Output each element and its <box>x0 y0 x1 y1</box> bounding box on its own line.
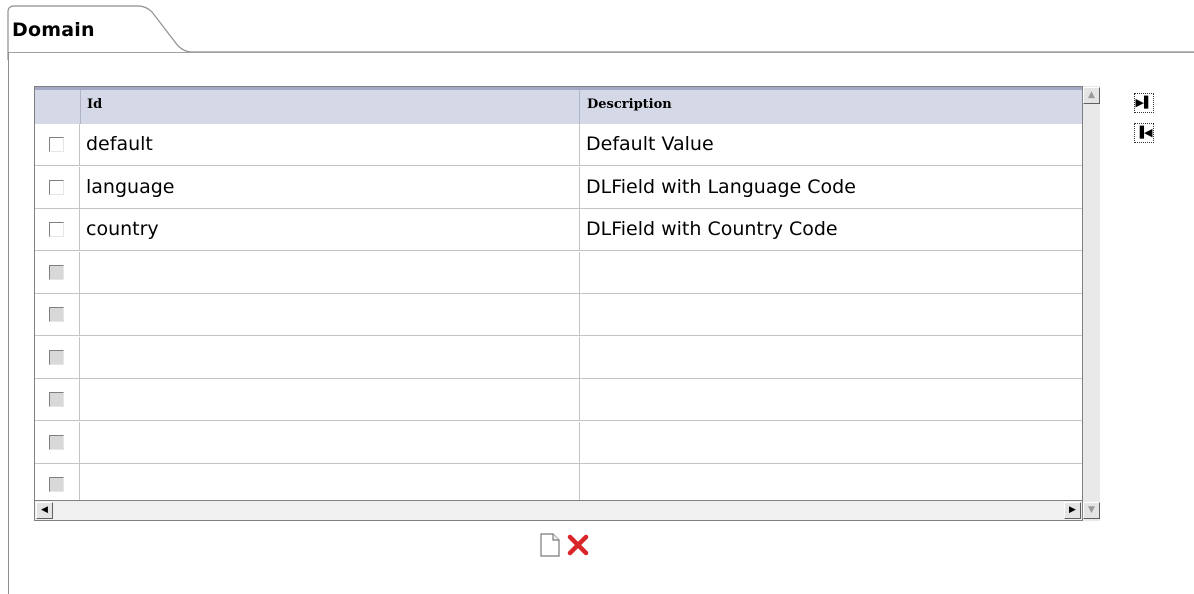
row-checkbox <box>49 434 64 450</box>
cell-id[interactable] <box>81 336 580 378</box>
cell-id[interactable]: default <box>81 124 580 165</box>
row-checkbox <box>49 477 64 492</box>
cell-description[interactable] <box>581 379 1082 420</box>
table-row[interactable]: default Default Value <box>35 124 1082 166</box>
row-select-cell <box>35 421 80 463</box>
last-page-icon: ▶▌ <box>1135 96 1153 109</box>
cell-id[interactable] <box>81 421 580 463</box>
table-row[interactable] <box>35 294 1082 336</box>
row-select-cell <box>35 209 80 250</box>
first-page-icon: ▐◀ <box>1135 126 1153 139</box>
row-select-cell <box>35 336 80 378</box>
tab-domain[interactable]: Domain <box>12 19 95 41</box>
table-row[interactable] <box>35 421 1082 464</box>
row-checkbox <box>49 392 64 407</box>
cell-description[interactable] <box>581 422 1082 463</box>
last-page-button[interactable]: ▶▌ <box>1134 93 1154 113</box>
table-row[interactable] <box>35 336 1082 379</box>
table-row[interactable]: language DLField with Language Code <box>35 166 1082 209</box>
row-select-cell <box>35 166 80 208</box>
vertical-scrollbar[interactable]: ▲ ▼ <box>1083 86 1100 521</box>
cell-description[interactable]: Default Value <box>581 124 1082 165</box>
cell-description[interactable] <box>581 294 1082 335</box>
row-select-cell <box>35 464 80 500</box>
row-select-cell <box>35 251 80 293</box>
row-select-cell <box>35 379 80 420</box>
domain-table: Id Description default Default Value langu… <box>34 86 1100 521</box>
header-select-column <box>35 90 81 124</box>
cell-id[interactable] <box>81 294 580 335</box>
new-document-icon[interactable] <box>538 532 562 558</box>
column-header-description[interactable]: Description <box>581 90 1082 124</box>
row-checkbox <box>49 307 64 322</box>
row-select-cell <box>35 124 80 165</box>
cell-description[interactable] <box>581 252 1082 293</box>
cell-id[interactable]: language <box>81 166 580 208</box>
row-checkbox <box>49 349 64 365</box>
cell-description[interactable] <box>581 464 1082 500</box>
row-checkbox[interactable] <box>49 179 64 195</box>
scroll-up-button[interactable]: ▲ <box>1083 87 1100 104</box>
column-header-id[interactable]: Id <box>81 90 580 124</box>
cell-id[interactable]: country <box>81 209 580 250</box>
scroll-left-button[interactable]: ◀ <box>36 502 53 519</box>
delete-x-icon[interactable] <box>566 533 590 557</box>
table-row[interactable]: country DLField with Country Code <box>35 209 1082 251</box>
cell-description[interactable]: DLField with Language Code <box>581 167 1082 208</box>
table-header: Id Description <box>35 87 1082 124</box>
table-row[interactable] <box>35 379 1082 421</box>
cell-id[interactable] <box>81 464 580 500</box>
cell-description[interactable]: DLField with Country Code <box>581 209 1082 250</box>
table-row[interactable] <box>35 464 1082 500</box>
scroll-right-button[interactable]: ▶ <box>1064 502 1081 519</box>
scroll-down-button[interactable]: ▼ <box>1083 502 1100 519</box>
horizontal-scrollbar[interactable]: ◀ ▶ <box>34 501 1083 521</box>
first-page-button[interactable]: ▐◀ <box>1134 123 1154 143</box>
row-checkbox[interactable] <box>49 222 64 237</box>
table-body: Id Description default Default Value langu… <box>34 86 1083 501</box>
tab-outline <box>7 5 1194 60</box>
cell-id[interactable] <box>81 379 580 420</box>
row-checkbox[interactable] <box>49 137 64 152</box>
row-select-cell <box>35 294 80 335</box>
cell-description[interactable] <box>581 337 1082 378</box>
row-checkbox <box>49 264 64 280</box>
cell-id[interactable] <box>81 251 580 293</box>
table-row[interactable] <box>35 251 1082 294</box>
